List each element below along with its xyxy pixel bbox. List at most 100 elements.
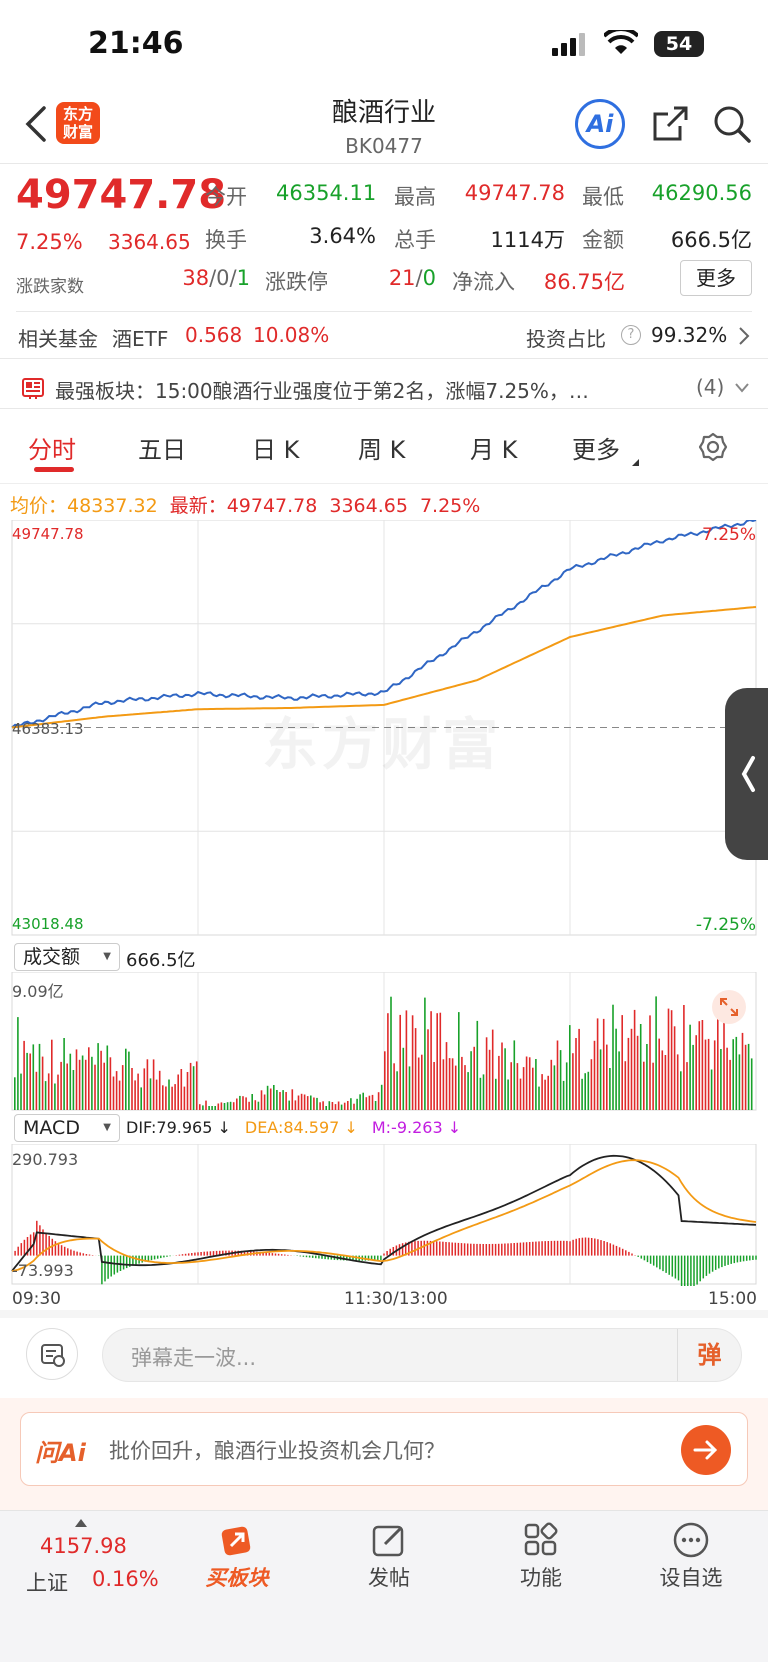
volume-bar bbox=[38, 1043, 41, 1110]
macd-chart[interactable] bbox=[0, 1144, 768, 1286]
volume-bar bbox=[390, 996, 392, 1110]
index-up-arrow-icon bbox=[75, 1519, 87, 1527]
ai-button[interactable]: Ai bbox=[575, 99, 625, 149]
volume-bar bbox=[630, 1028, 633, 1110]
nav-buy-sector-label: 买板块 bbox=[205, 1566, 269, 1590]
chart-bottom-label: 43018.48 bbox=[12, 915, 84, 933]
tab-weekly-k[interactable]: 周 K bbox=[358, 430, 405, 465]
nav-functions[interactable]: 功能 bbox=[486, 1520, 596, 1592]
index-name: 上证 bbox=[26, 1571, 68, 1595]
volume-bar bbox=[140, 1087, 142, 1110]
ai-label: Ai bbox=[586, 110, 614, 138]
volume-bar bbox=[100, 1050, 102, 1110]
volume-bar bbox=[569, 1025, 571, 1110]
nav-add-watchlist[interactable]: 设自选 bbox=[636, 1520, 746, 1592]
help-icon[interactable]: ? bbox=[621, 325, 641, 345]
high-value: 49747.78 bbox=[464, 181, 565, 205]
avg-label: 均价： bbox=[10, 495, 68, 517]
volume-bar bbox=[744, 1044, 747, 1110]
caret-icon bbox=[632, 452, 639, 466]
screen: 21:46 54 东方 财富 酿酒行业 BK0477 Ai 49747.78 7… bbox=[0, 0, 768, 1662]
share-icon[interactable] bbox=[650, 104, 690, 144]
wifi-icon bbox=[604, 30, 638, 54]
index-value[interactable]: 4157.98 bbox=[40, 1534, 127, 1558]
settings-icon[interactable] bbox=[698, 432, 728, 462]
volume-bar bbox=[146, 1059, 149, 1110]
volume-bar bbox=[424, 997, 426, 1110]
volume-bar bbox=[661, 1050, 664, 1110]
nav-add-watchlist-label: 设自选 bbox=[659, 1566, 723, 1590]
chevron-down-icon[interactable] bbox=[734, 382, 750, 394]
volume-bar bbox=[399, 1014, 401, 1110]
volume-bar bbox=[504, 1048, 506, 1110]
apps-grid-icon bbox=[524, 1522, 558, 1556]
volume-bar bbox=[695, 1035, 697, 1110]
volume-bar bbox=[23, 1040, 25, 1110]
nav-buy-sector[interactable]: 买板块 bbox=[182, 1520, 292, 1592]
volume-bar bbox=[584, 1073, 586, 1110]
volume-bar bbox=[590, 1059, 593, 1110]
volume-bar bbox=[556, 1040, 559, 1110]
volume-bar bbox=[306, 1096, 309, 1110]
low-label: 最低 bbox=[582, 185, 624, 209]
volume-select-label: 成交额 bbox=[23, 946, 81, 968]
volume-bar bbox=[636, 1035, 639, 1110]
volume-bar bbox=[467, 1072, 469, 1110]
volume-bar bbox=[720, 1049, 722, 1110]
comment-input[interactable]: 弹幕走一波... 弹 bbox=[102, 1328, 742, 1382]
search-icon[interactable] bbox=[712, 104, 752, 144]
tab-intraday[interactable]: 分时 bbox=[28, 430, 76, 465]
volume-bar bbox=[680, 1071, 682, 1110]
volume-bar bbox=[35, 1071, 38, 1110]
tab-five-day[interactable]: 五日 bbox=[138, 430, 186, 465]
volume-bar bbox=[245, 1097, 247, 1110]
volume-bar bbox=[710, 1069, 713, 1110]
volume-bar bbox=[461, 1056, 463, 1110]
battery-level: 54 bbox=[665, 33, 693, 55]
volume-bar bbox=[646, 1044, 648, 1110]
fund-name[interactable]: 酒ETF bbox=[112, 323, 168, 352]
volume-indicator-select[interactable]: 成交额 ▼ bbox=[14, 943, 120, 971]
chart-top-pct: 7.25% bbox=[701, 525, 756, 545]
page-title: 酿酒行业 bbox=[331, 98, 436, 128]
board-code: BK0477 bbox=[345, 134, 423, 158]
macd-dif: DIF:79.965 ↓ bbox=[126, 1118, 231, 1137]
back-arrow-icon[interactable] bbox=[24, 104, 48, 144]
side-drawer-handle[interactable] bbox=[725, 688, 768, 860]
volume-bar bbox=[334, 1104, 337, 1110]
more-button[interactable]: 更多 bbox=[680, 260, 752, 296]
fund-price: 0.568 bbox=[185, 323, 243, 347]
down-count: 1 bbox=[236, 266, 250, 290]
macd-select[interactable]: MACD ▼ bbox=[14, 1114, 120, 1142]
barrage-settings-button[interactable] bbox=[26, 1328, 78, 1380]
updown-counts: 38/0/1 bbox=[182, 266, 250, 290]
updown-label: 涨跌家数 bbox=[16, 277, 84, 297]
nav-post-label: 发帖 bbox=[368, 1566, 410, 1590]
volume-bar bbox=[106, 1045, 109, 1110]
tab-more[interactable]: 更多 bbox=[572, 430, 620, 465]
change-value-2: 3364.65 bbox=[329, 495, 408, 517]
news-text[interactable]: 最强板块：15:00酿酒行业强度位于第2名，涨幅7.25%，… bbox=[55, 375, 665, 404]
volume-bar bbox=[143, 1068, 146, 1110]
volume-bar bbox=[316, 1097, 318, 1110]
volume-bar bbox=[750, 1058, 753, 1110]
tab-daily-k[interactable]: 日 K bbox=[252, 430, 299, 465]
volume-bar bbox=[726, 1047, 728, 1110]
tab-monthly-k[interactable]: 月 K bbox=[470, 430, 517, 465]
ask-ai-card[interactable]: 问Ai 批价回升，酿酒行业投资机会几何？ bbox=[20, 1412, 748, 1486]
volume-bar bbox=[387, 1013, 389, 1110]
danmu-label: 弹 bbox=[697, 1341, 722, 1369]
volume-bar bbox=[439, 1012, 442, 1110]
volume-bar bbox=[692, 1044, 694, 1110]
nav-post[interactable]: 发帖 bbox=[334, 1520, 444, 1592]
expand-icon[interactable] bbox=[712, 990, 746, 1024]
volume-bar bbox=[643, 1061, 645, 1110]
send-barrage-button[interactable]: 弹 bbox=[677, 1329, 741, 1381]
chevron-right-icon[interactable] bbox=[738, 326, 750, 346]
index-percent: 0.16% bbox=[92, 1567, 159, 1591]
volume-bar bbox=[510, 1062, 512, 1110]
avg-value: 48337.32 bbox=[67, 495, 158, 517]
volume-chart[interactable] bbox=[0, 972, 768, 1112]
volume-bar bbox=[84, 1059, 87, 1110]
ask-ai-send-button[interactable] bbox=[681, 1425, 731, 1475]
